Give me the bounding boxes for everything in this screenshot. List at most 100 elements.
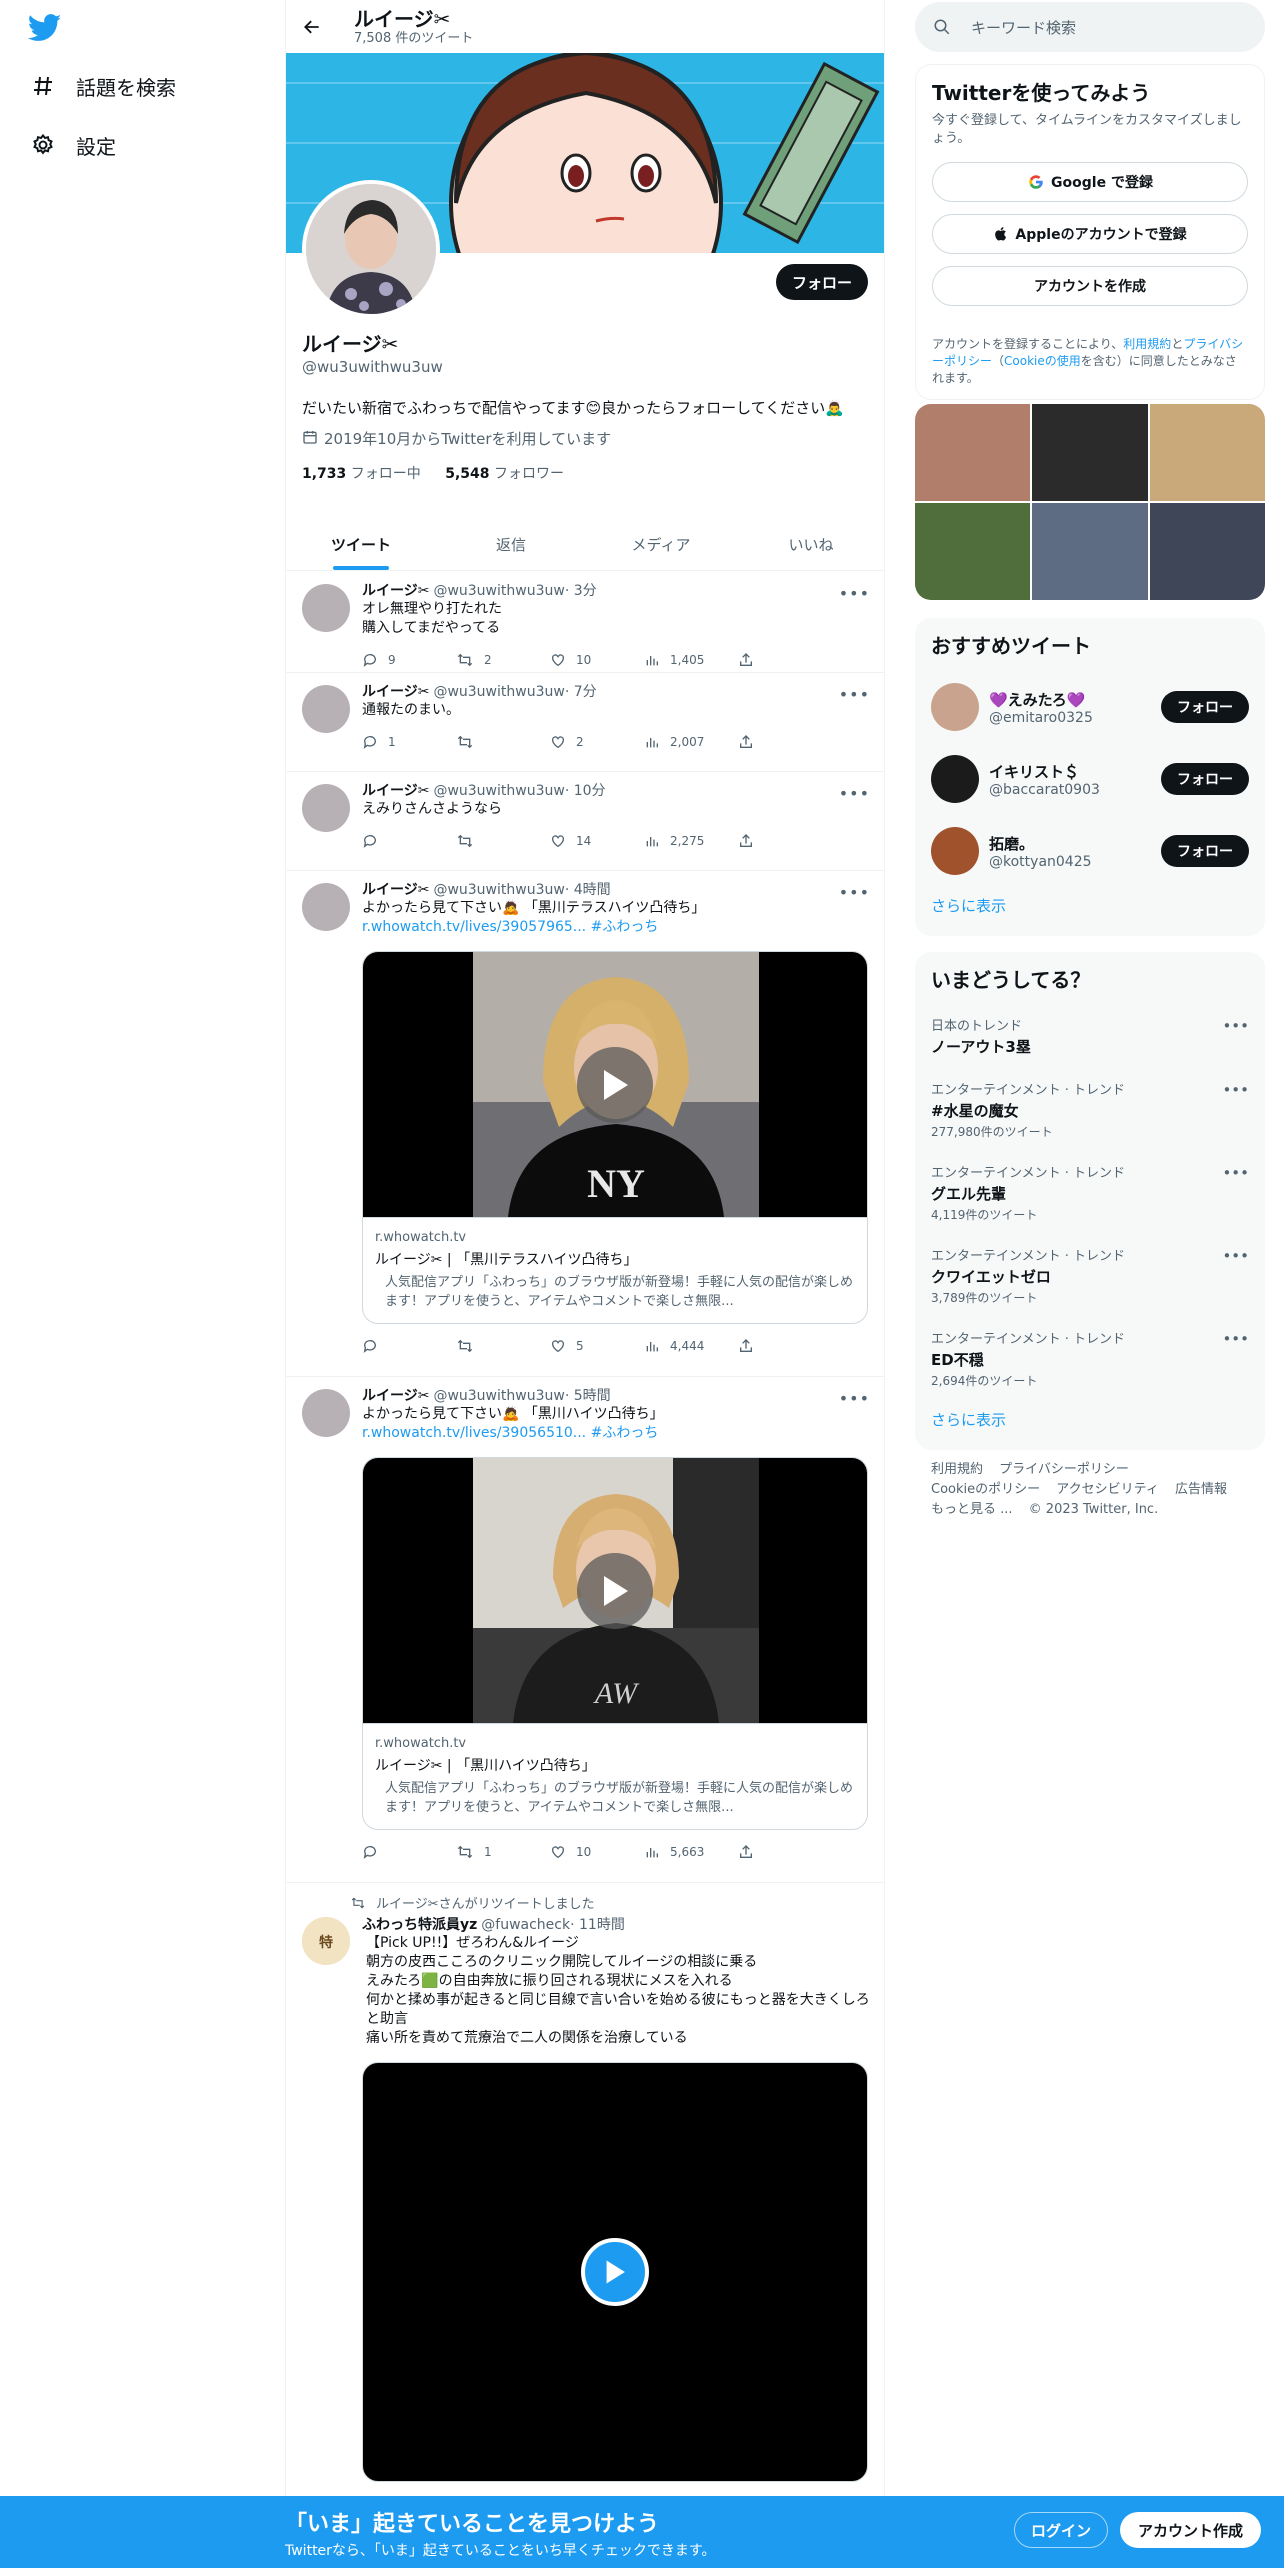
- reply-button[interactable]: 9: [362, 652, 456, 668]
- tweet[interactable]: ••• ルイージ✂︎ @wu3uwithwu3uw · 4時間 よかったら見て下さい…: [286, 871, 884, 1377]
- tweet-author-handle[interactable]: @wu3uwithwu3uw: [433, 881, 564, 899]
- share-button[interactable]: [738, 1844, 832, 1860]
- tweet-link[interactable]: r.whowatch.tv/lives/39057965...: [362, 919, 586, 935]
- profile-avatar[interactable]: [302, 180, 440, 318]
- media-thumbnail[interactable]: [1149, 503, 1265, 600]
- tweet-author-name[interactable]: ルイージ✂︎: [362, 683, 429, 701]
- like-button[interactable]: 10: [550, 1844, 644, 1860]
- footer-link[interactable]: 広告情報: [1175, 1482, 1227, 1497]
- tweet-time[interactable]: · 3分: [565, 582, 597, 600]
- tweet-author-handle[interactable]: @wu3uwithwu3uw: [433, 782, 564, 800]
- more-icon[interactable]: •••: [1222, 1017, 1249, 1035]
- play-icon[interactable]: [577, 1552, 653, 1629]
- reply-button[interactable]: [362, 1338, 456, 1354]
- reply-button[interactable]: 1: [362, 734, 456, 750]
- follow-button[interactable]: フォロー: [1161, 763, 1249, 795]
- tweet[interactable]: ••• ルイージ✂︎ @wu3uwithwu3uw · 3分 オレ無理やり打たれた …: [286, 572, 884, 673]
- tweet-time[interactable]: · 11時間: [570, 1916, 625, 1934]
- trend-item[interactable]: 日本のトレンド ノーアウト3塁 •••: [915, 1005, 1265, 1069]
- apple-signup-button[interactable]: Appleのアカウントで登録: [932, 214, 1248, 254]
- following-link[interactable]: 1,733 フォロー中: [302, 466, 421, 482]
- more-icon[interactable]: •••: [839, 883, 870, 902]
- nav-explore[interactable]: 話題を検索: [28, 60, 176, 112]
- trend-item[interactable]: エンターテインメント · トレンド #水星の魔女 277,980件のツイート •••: [915, 1069, 1265, 1152]
- tweet-author-name[interactable]: ふわっち特派員yz: [362, 1916, 477, 1934]
- tweet-time[interactable]: · 4時間: [565, 881, 611, 899]
- tweet-avatar[interactable]: [302, 784, 350, 832]
- twitter-logo-icon[interactable]: [27, 14, 62, 44]
- reply-button[interactable]: [362, 833, 456, 849]
- trend-item[interactable]: エンターテインメント · トレンド ED不穏 2,694件のツイート •••: [915, 1318, 1265, 1401]
- avatar[interactable]: [931, 827, 979, 875]
- retweet-button[interactable]: [456, 734, 550, 750]
- follow-button[interactable]: フォロー: [775, 264, 868, 300]
- follow-button[interactable]: フォロー: [1161, 691, 1249, 723]
- more-icon[interactable]: •••: [839, 784, 870, 803]
- login-button[interactable]: ログイン: [1014, 2512, 1109, 2548]
- tweet-hashtag[interactable]: #ふわっち: [591, 1425, 659, 1441]
- reco-user[interactable]: 拓磨。 @kottyan0425 フォロー: [915, 815, 1265, 887]
- terms-link[interactable]: 利用規約: [1123, 337, 1171, 351]
- video-player[interactable]: [362, 2062, 868, 2482]
- card-info[interactable]: r.whowatch.tv ルイージ✂︎ | 「黒川テラスハイツ凸待ち」 人気配…: [363, 1217, 867, 1323]
- retweet-button[interactable]: [456, 1338, 550, 1354]
- share-button[interactable]: [738, 833, 832, 849]
- tweet-author-name[interactable]: ルイージ✂︎: [362, 782, 429, 800]
- tweet-author-name[interactable]: ルイージ✂︎: [362, 582, 429, 600]
- views-button[interactable]: 4,444: [644, 1338, 738, 1354]
- retweet-button[interactable]: 1: [456, 1844, 550, 1860]
- more-icon[interactable]: •••: [1222, 1081, 1249, 1099]
- more-icon[interactable]: •••: [1222, 1247, 1249, 1265]
- tweet-author-handle[interactable]: @fuwacheck: [481, 1916, 570, 1934]
- views-button[interactable]: 1,405: [644, 652, 738, 668]
- tweet-time[interactable]: · 7分: [565, 683, 597, 701]
- tab-likes[interactable]: いいね: [736, 518, 884, 570]
- share-button[interactable]: [738, 1338, 832, 1354]
- video-player[interactable]: AW: [363, 1458, 867, 1723]
- play-icon[interactable]: [577, 1046, 653, 1123]
- tweet-author-name[interactable]: ルイージ✂︎: [362, 881, 429, 899]
- share-button[interactable]: [738, 734, 832, 750]
- like-button[interactable]: 5: [550, 1338, 644, 1354]
- tweet-hashtag[interactable]: #ふわっち: [591, 919, 659, 935]
- media-thumbnail[interactable]: [1032, 503, 1148, 600]
- link-card[interactable]: NY r.whowatch.tv ルイージ✂︎ | 「黒川テラスハイツ凸待ち」 …: [362, 951, 868, 1324]
- avatar[interactable]: [931, 755, 979, 803]
- reply-button[interactable]: [362, 1844, 456, 1860]
- signup-button[interactable]: アカウント作成: [1120, 2512, 1262, 2548]
- tab-tweets[interactable]: ツイート: [286, 518, 436, 570]
- tweet-author-handle[interactable]: @wu3uwithwu3uw: [433, 683, 564, 701]
- footer-link[interactable]: Cookieのポリシー: [931, 1482, 1040, 1497]
- tweet-avatar[interactable]: [302, 584, 350, 632]
- tweet-link[interactable]: r.whowatch.tv/lives/39056510...: [362, 1425, 586, 1441]
- tweet-avatar[interactable]: [302, 883, 350, 931]
- followers-link[interactable]: 5,548 フォロワー: [445, 466, 564, 482]
- footer-link[interactable]: アクセシビリティ: [1056, 1482, 1159, 1497]
- footer-link[interactable]: もっと見る ...: [931, 1502, 1013, 1517]
- more-icon[interactable]: •••: [1222, 1164, 1249, 1182]
- share-button[interactable]: [738, 652, 832, 668]
- tweet-avatar[interactable]: [302, 1389, 350, 1437]
- reco-user[interactable]: イキリスト＄ @baccarat0903 フォロー: [915, 743, 1265, 815]
- retweet-button[interactable]: 2: [456, 652, 550, 668]
- play-icon[interactable]: [581, 2238, 649, 2306]
- back-arrow-icon[interactable]: [302, 15, 326, 39]
- views-button[interactable]: 5,663: [644, 1844, 738, 1860]
- create-account-button[interactable]: アカウントを作成: [932, 266, 1248, 306]
- card-info[interactable]: r.whowatch.tv ルイージ✂︎ | 「黒川ハイツ凸待ち」 人気配信アプ…: [363, 1723, 867, 1829]
- footer-link[interactable]: プライバシーポリシー: [999, 1462, 1129, 1477]
- video-player[interactable]: NY: [363, 952, 867, 1217]
- avatar[interactable]: [931, 683, 979, 731]
- like-button[interactable]: 14: [550, 833, 644, 849]
- tweet-author-handle[interactable]: @wu3uwithwu3uw: [433, 582, 564, 600]
- show-more-link[interactable]: さらに表示: [915, 887, 1265, 924]
- media-thumbnail[interactable]: [915, 503, 1031, 600]
- retweet-button[interactable]: [456, 833, 550, 849]
- google-signup-button[interactable]: Google で登録: [932, 162, 1248, 202]
- trend-item[interactable]: エンターテインメント · トレンド グエル先輩 4,119件のツイート •••: [915, 1152, 1265, 1235]
- tweet[interactable]: ルイージ✂︎さんがリツイートしました 特 ふわっち特派員yz @fuwacheck…: [286, 1883, 884, 2568]
- tweet-time[interactable]: · 5時間: [565, 1387, 611, 1405]
- reco-user[interactable]: 💜えみたろ💜 @emitaro0325 フォロー: [915, 671, 1265, 743]
- views-button[interactable]: 2,275: [644, 833, 738, 849]
- media-thumbnail[interactable]: [915, 404, 1031, 501]
